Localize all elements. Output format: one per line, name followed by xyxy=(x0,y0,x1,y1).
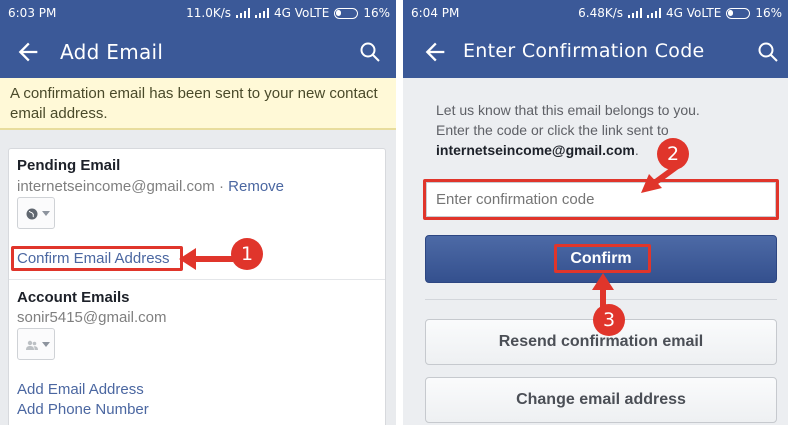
status-time: 6:04 PM xyxy=(411,6,460,20)
pending-email-heading: Pending Email xyxy=(17,157,121,174)
search-icon[interactable] xyxy=(358,40,382,64)
chevron-down-icon xyxy=(42,342,50,347)
signal-icon xyxy=(236,8,251,18)
pending-email-address: internetseincome@gmail.com xyxy=(17,178,215,195)
right-screen: 6:04 PM 6.48K/s 4G VoLTE 16% Enter Confi… xyxy=(403,0,788,425)
annotation-highlight-confirm-button xyxy=(554,244,651,273)
remove-link[interactable]: Remove xyxy=(228,178,284,195)
annotation-step-2: 2 xyxy=(657,138,689,170)
add-phone-link[interactable]: Add Phone Number xyxy=(17,401,149,418)
email-card: Pending Email internetseincome@gmail.com… xyxy=(8,148,386,425)
change-email-button[interactable]: Change email address xyxy=(425,377,777,423)
page-title: Add Email xyxy=(60,40,164,64)
left-screen: 6:03 PM 11.0K/s 4G VoLTE 16% Add Email A… xyxy=(0,0,396,425)
status-bar: 6:03 PM 11.0K/s 4G VoLTE 16% xyxy=(0,0,396,26)
annotation-arrow-1 xyxy=(179,248,233,270)
status-time: 6:03 PM xyxy=(8,6,57,20)
battery-icon xyxy=(334,7,359,19)
battery-level: 16% xyxy=(755,6,782,20)
network-speed: 6.48K/s xyxy=(578,6,624,20)
app-bar: Add Email xyxy=(0,26,396,78)
signal-icon xyxy=(628,8,643,18)
network-type: 4G VoLTE xyxy=(274,6,330,20)
annotation-step-3: 3 xyxy=(593,304,625,336)
annotation-highlight-confirm-link xyxy=(11,246,183,271)
confirmation-notice: A confirmation email has been sent to yo… xyxy=(0,78,396,130)
page-title: Enter Confirmation Code xyxy=(463,40,705,62)
pending-email-row: internetseincome@gmail.com · Remove xyxy=(17,178,285,195)
battery-icon xyxy=(726,7,751,19)
search-icon[interactable] xyxy=(756,40,780,64)
back-arrow-icon[interactable] xyxy=(421,38,449,66)
chevron-down-icon xyxy=(42,211,50,216)
annotation-highlight-code-input xyxy=(423,179,779,220)
signal-icon xyxy=(647,8,662,18)
account-emails-heading: Account Emails xyxy=(17,289,130,306)
friends-icon xyxy=(26,340,38,350)
instructions: Let us know that this email belongs to y… xyxy=(436,102,700,158)
app-bar: Enter Confirmation Code xyxy=(403,26,788,78)
signal-icon xyxy=(255,8,270,18)
add-email-link[interactable]: Add Email Address xyxy=(17,381,144,398)
account-email-address: sonir5415@gmail.com xyxy=(17,309,167,326)
network-speed: 11.0K/s xyxy=(186,6,232,20)
status-bar: 6:04 PM 6.48K/s 4G VoLTE 16% xyxy=(403,0,788,26)
divider xyxy=(9,279,385,280)
globe-icon xyxy=(26,208,38,220)
target-email: internetseincome@gmail.com xyxy=(436,142,635,158)
audience-dropdown[interactable] xyxy=(17,328,55,360)
privacy-dropdown[interactable] xyxy=(17,197,55,229)
annotation-step-1: 1 xyxy=(231,238,263,270)
network-type: 4G VoLTE xyxy=(666,6,722,20)
battery-level: 16% xyxy=(363,6,390,20)
back-arrow-icon[interactable] xyxy=(14,38,42,66)
